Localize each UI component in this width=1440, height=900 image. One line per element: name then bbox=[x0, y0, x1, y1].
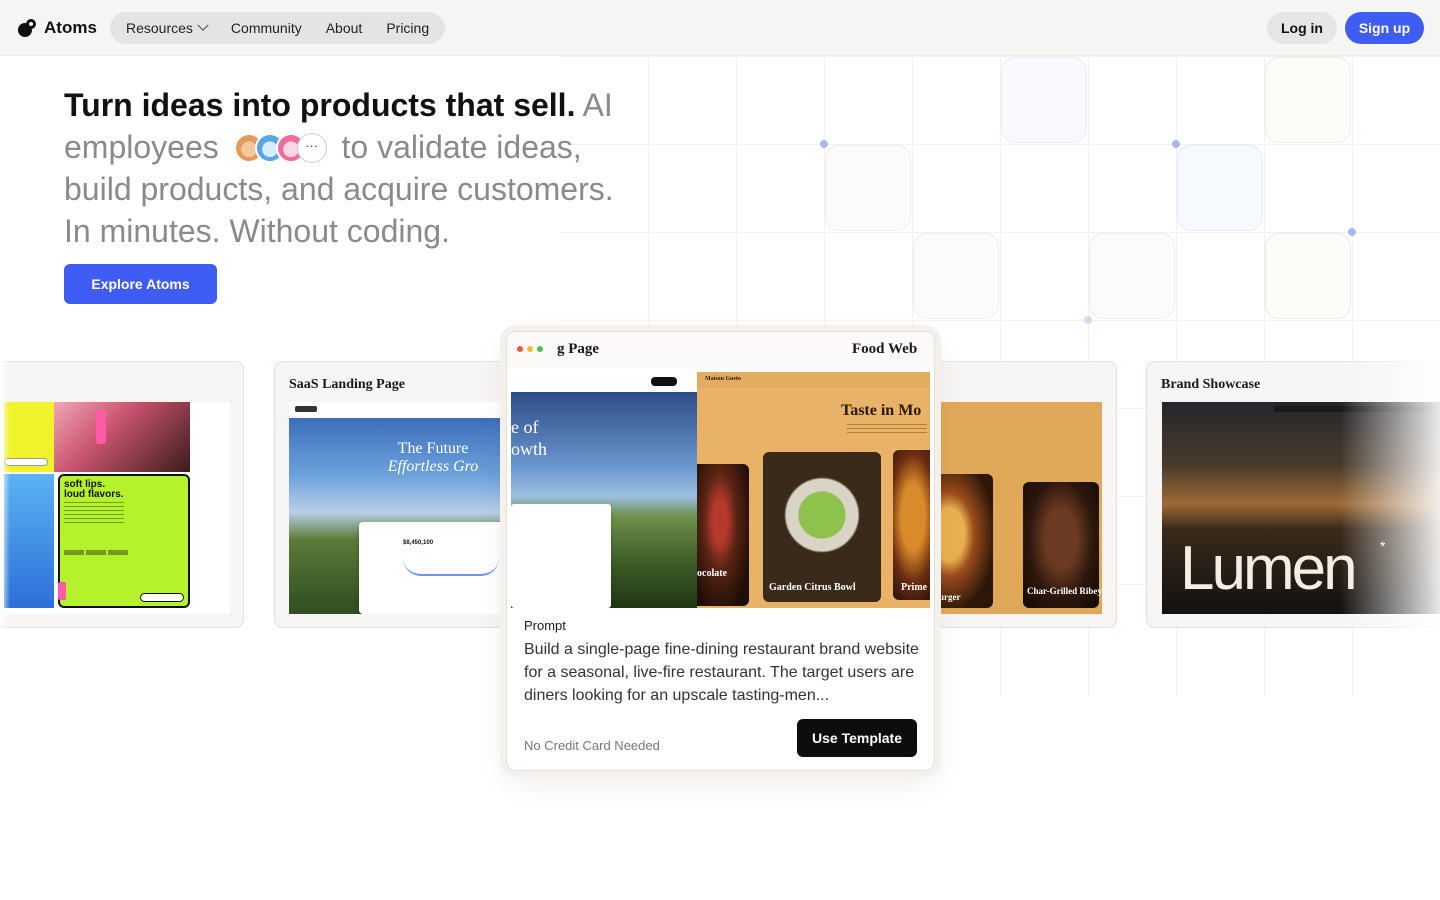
featured-title-left: g Page bbox=[557, 341, 600, 357]
nav-item-community[interactable]: Community bbox=[219, 12, 314, 44]
more-avatars-icon: ··· bbox=[296, 132, 327, 163]
top-navigation-bar: Atoms Resources Community About Pricing … bbox=[0, 0, 1440, 56]
saas-preview-heading-line2: Effortless Gro bbox=[387, 458, 479, 475]
use-template-button[interactable]: Use Template bbox=[797, 719, 917, 757]
nav-item-about[interactable]: About bbox=[314, 12, 375, 44]
nav-item-label: Pricing bbox=[386, 20, 430, 36]
main-nav: Resources Community About Pricing bbox=[110, 12, 446, 44]
template-preview-image: soft lips. loud flavors. bbox=[4, 402, 230, 614]
hero-headline-strong: Turn ideas into products that sell. bbox=[64, 87, 576, 123]
template-card-title: Brand Showcase bbox=[1161, 377, 1261, 392]
brand-name: Atoms bbox=[44, 18, 97, 37]
prompt-label: Prompt bbox=[524, 618, 566, 633]
page: Atoms Resources Community About Pricing … bbox=[0, 0, 1440, 900]
lips-headline-line2: loud flavors. bbox=[64, 489, 124, 500]
featured-preview-left: e of owth bbox=[511, 372, 697, 608]
no-credit-card-note: No Credit Card Needed bbox=[524, 738, 660, 753]
featured-title-right: Food Web bbox=[852, 341, 918, 357]
dish-caption: Prime bbox=[901, 582, 928, 593]
brand-preview-wordmark: Lumen bbox=[1180, 534, 1358, 603]
chevron-down-icon bbox=[197, 19, 209, 31]
featured-preview-right: Maison Gusto Taste in Mo ocolate Garden … bbox=[697, 372, 930, 608]
dish-caption: Char-Grilled Ribey bbox=[1027, 586, 1102, 596]
saas-preview-heading-line1: The Future bbox=[397, 440, 469, 457]
nav-item-pricing[interactable]: Pricing bbox=[374, 12, 441, 44]
dish-caption: Garden Citrus Bowl bbox=[769, 582, 856, 593]
nav-item-label: Community bbox=[230, 20, 302, 36]
ai-employee-avatars: ··· bbox=[233, 132, 327, 163]
featured-right-heading: Taste in Mo bbox=[841, 402, 922, 419]
nav-item-label: About bbox=[325, 20, 363, 36]
atoms-logo-icon bbox=[18, 19, 36, 37]
maximize-dot-icon bbox=[537, 346, 543, 352]
featured-template-card[interactable]: g Page Food Web e of owth Maison Gusto T… bbox=[506, 331, 935, 771]
nav-item-label: Resources bbox=[126, 20, 193, 36]
close-dot-icon bbox=[517, 346, 523, 352]
featured-right-brand: Maison Gusto bbox=[705, 376, 741, 382]
signup-button[interactable]: Sign up bbox=[1345, 12, 1424, 44]
explore-atoms-button[interactable]: Explore Atoms bbox=[64, 264, 217, 304]
window-controls bbox=[517, 346, 543, 352]
hero-headline: Turn ideas into products that sell. AI e… bbox=[64, 84, 644, 252]
template-preview-image: The Future Effortless Gro $8,450,100 bbox=[289, 402, 521, 614]
featured-left-heading-line2: owth bbox=[511, 439, 547, 459]
prompt-text: Build a single-page fine-dining restaura… bbox=[524, 641, 919, 704]
brand-logo[interactable]: Atoms bbox=[16, 14, 97, 42]
featured-card-header: g Page Food Web bbox=[507, 332, 934, 368]
login-button[interactable]: Log in bbox=[1267, 12, 1337, 44]
template-card-restaurant[interactable]: otion Cheeseburger Char-Grilled Ribey bbox=[904, 361, 1117, 628]
dish-caption: ocolate bbox=[697, 568, 727, 579]
carousel-fade bbox=[1340, 330, 1440, 650]
featured-left-heading-line1: e of bbox=[511, 417, 539, 437]
minimize-dot-icon bbox=[527, 346, 533, 352]
template-card-title: SaaS Landing Page bbox=[289, 377, 405, 392]
template-card-saas[interactable]: SaaS Landing Page The Future Effortless … bbox=[274, 361, 534, 628]
saas-preview-figure: $8,450,100 bbox=[403, 540, 434, 546]
carousel-fade bbox=[0, 330, 10, 650]
nav-item-resources[interactable]: Resources bbox=[114, 12, 219, 44]
template-card-lips[interactable]: soft lips. loud flavors. bbox=[0, 361, 244, 628]
